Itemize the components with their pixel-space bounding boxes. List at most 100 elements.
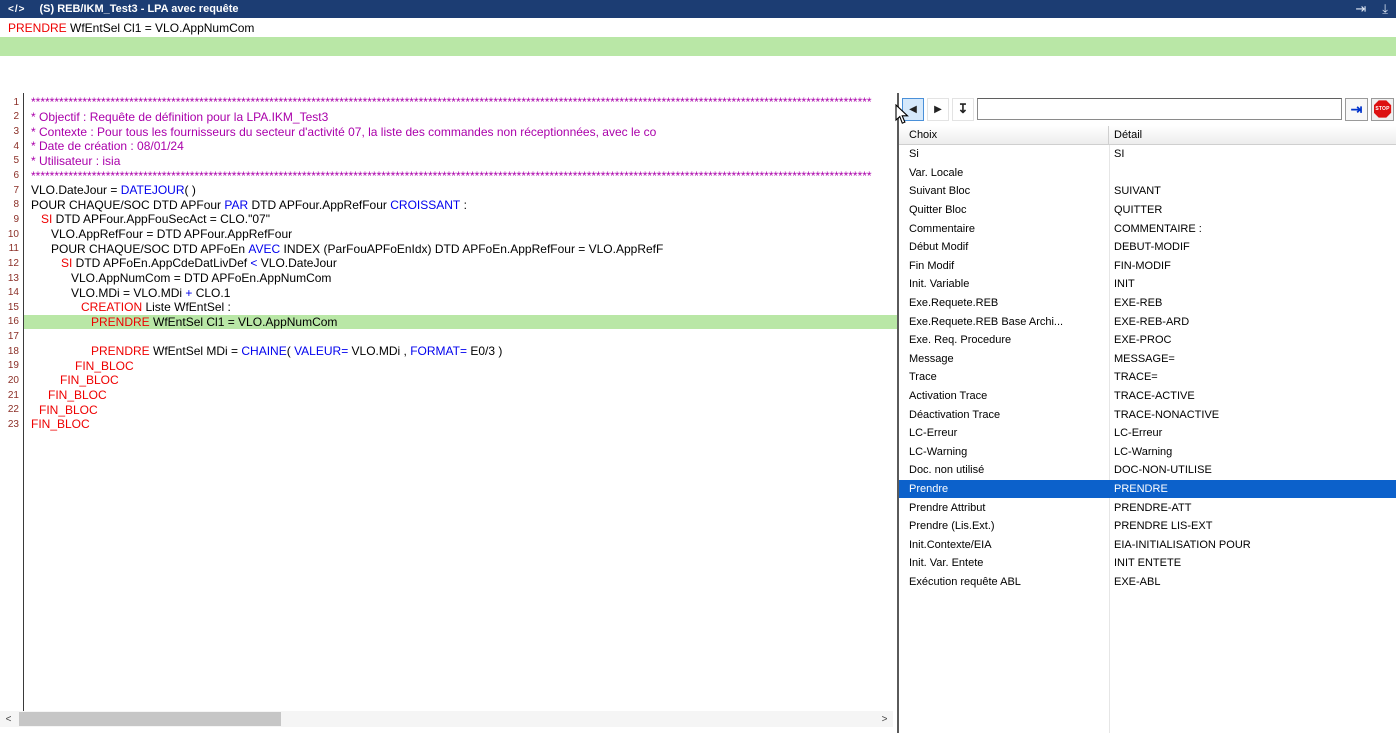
palette-row[interactable]: Exe. Req. ProcedureEXE-PROC: [899, 331, 1396, 350]
palette-row[interactable]: Var. Locale: [899, 164, 1396, 183]
horizontal-scrollbar[interactable]: < >: [0, 711, 893, 727]
titlebar-actions: ⇥ ⤓: [1355, 1, 1388, 17]
palette-choix-cell: LC-Warning: [899, 446, 1109, 458]
code-token: * Date de création : 08/01/24: [31, 139, 184, 153]
code-token: FIN_BLOC: [39, 403, 98, 417]
code-line[interactable]: 21FIN_BLOC: [0, 388, 897, 403]
palette-choix-cell: Fin Modif: [899, 260, 1109, 272]
palette-choix-cell: Doc. non utilisé: [899, 464, 1109, 476]
code-text: FIN_BLOC: [24, 388, 897, 403]
palette-row[interactable]: Init. Var. EnteteINIT ENTETE: [899, 554, 1396, 573]
code-text: * Contexte : Pour tous les fournisseurs …: [24, 124, 897, 139]
palette-choix-cell: Début Modif: [899, 241, 1109, 253]
palette-detail-cell: PRENDRE LIS-EXT: [1109, 520, 1396, 532]
palette-detail-cell: EXE-REB: [1109, 297, 1396, 309]
palette-row[interactable]: Quitter BlocQUITTER: [899, 201, 1396, 220]
search-input[interactable]: [977, 98, 1342, 120]
code-text: CREATION Liste WfEntSel :: [24, 300, 897, 315]
code-line[interactable]: 19FIN_BLOC: [0, 359, 897, 374]
code-text: * Utilisateur : isia: [24, 154, 897, 169]
code-line[interactable]: 12SI DTD APFoEn.AppCdeDatLivDef < VLO.Da…: [0, 256, 897, 271]
palette-row[interactable]: Début ModifDEBUT-MODIF: [899, 238, 1396, 257]
code-line[interactable]: 22FIN_BLOC: [0, 402, 897, 417]
palette-row[interactable]: Exécution requête ABLEXE-ABL: [899, 573, 1396, 592]
palette-row[interactable]: CommentaireCOMMENTAIRE :: [899, 219, 1396, 238]
window-title: (S) REB/IKM_Test3 - LPA avec requête: [39, 3, 238, 15]
insert-down-button[interactable]: ↧: [952, 98, 974, 121]
palette-row[interactable]: LC-WarningLC-Warning: [899, 443, 1396, 462]
code-line[interactable]: 2* Objectif : Requête de définition pour…: [0, 110, 897, 125]
code-text: PRENDRE WfEntSel Cl1 = VLO.AppNumCom: [24, 315, 897, 330]
column-header-choix[interactable]: Choix: [899, 126, 1109, 144]
palette-row[interactable]: Prendre (Lis.Ext.)PRENDRE LIS-EXT: [899, 517, 1396, 536]
palette-choix-cell: Init. Var. Entete: [899, 557, 1109, 569]
code-text: ****************************************…: [24, 95, 897, 110]
code-line[interactable]: 8POUR CHAQUE/SOC DTD APFour PAR DTD APFo…: [0, 197, 897, 212]
code-token: WfEntSel Cl1 = VLO.AppNumCom: [67, 21, 255, 35]
code-line[interactable]: 6***************************************…: [0, 168, 897, 183]
back-button[interactable]: ◀: [902, 98, 924, 121]
code-line[interactable]: 11POUR CHAQUE/SOC DTD APFoEn AVEC INDEX …: [0, 241, 897, 256]
palette-row[interactable]: Fin ModifFIN-MODIF: [899, 257, 1396, 276]
line-number: 5: [0, 154, 24, 169]
code-editor-panel[interactable]: 1***************************************…: [0, 93, 897, 733]
palette-row[interactable]: Exe.Requete.REB Base Archi...EXE-REB-ARD: [899, 312, 1396, 331]
code-token: VALEUR=: [294, 344, 348, 358]
code-line[interactable]: 5 * Utilisateur : isia: [0, 154, 897, 169]
palette-row[interactable]: PrendrePRENDRE: [899, 480, 1396, 499]
code-line[interactable]: 13VLO.AppNumCom = DTD APFoEn.AppNumCom: [0, 271, 897, 286]
scrollbar-thumb[interactable]: [19, 712, 281, 726]
code-line[interactable]: 16PRENDRE WfEntSel Cl1 = VLO.AppNumCom: [0, 315, 897, 330]
palette-row[interactable]: Prendre AttributPRENDRE-ATT: [899, 498, 1396, 517]
current-statement-line[interactable]: PRENDRE WfEntSel Cl1 = VLO.AppNumCom: [0, 18, 1396, 37]
palette-row[interactable]: SiSI: [899, 145, 1396, 164]
code-line[interactable]: 20FIN_BLOC: [0, 373, 897, 388]
palette-row[interactable]: Init.Contexte/EIAEIA-INITIALISATION POUR: [899, 535, 1396, 554]
palette-row[interactable]: LC-ErreurLC-Erreur: [899, 424, 1396, 443]
palette-row[interactable]: TraceTRACE=: [899, 368, 1396, 387]
code-line[interactable]: 9SI DTD APFour.AppFouSecAct = CLO."07": [0, 212, 897, 227]
palette-choix-cell: Exe. Req. Procedure: [899, 334, 1109, 346]
jump-to-bottom-icon[interactable]: ⤓: [1382, 1, 1388, 17]
code-token: * Utilisateur : isia: [31, 154, 120, 168]
palette-row[interactable]: Déactivation TraceTRACE-NONACTIVE: [899, 405, 1396, 424]
code-line[interactable]: 23FIN_BLOC: [0, 417, 897, 432]
code-token: CROISSANT: [390, 198, 460, 212]
code-text: VLO.DateJour = DATEJOUR( ): [24, 183, 897, 198]
code-text: SI DTD APFour.AppFouSecAct = CLO."07": [24, 212, 897, 227]
code-line[interactable]: 14VLO.MDi = VLO.MDi + CLO.1: [0, 285, 897, 300]
palette-row[interactable]: Suivant BlocSUIVANT: [899, 182, 1396, 201]
jump-to-end-icon[interactable]: ⇥: [1355, 1, 1366, 17]
palette-row[interactable]: Activation TraceTRACE-ACTIVE: [899, 387, 1396, 406]
scroll-right-arrow[interactable]: >: [876, 711, 893, 727]
insertion-highlight-line[interactable]: [0, 37, 1396, 56]
code-text: FIN_BLOC: [24, 417, 897, 432]
code-line[interactable]: 17: [0, 329, 897, 344]
code-token: VLO.MDi ,: [348, 344, 410, 358]
code-line[interactable]: 15CREATION Liste WfEntSel :: [0, 300, 897, 315]
code-line[interactable]: 7VLO.DateJour = DATEJOUR( ): [0, 183, 897, 198]
code-text: FIN_BLOC: [24, 402, 897, 417]
palette-row[interactable]: Exe.Requete.REBEXE-REB: [899, 294, 1396, 313]
code-text: VLO.MDi = VLO.MDi + CLO.1: [24, 285, 897, 300]
stop-button[interactable]: STOP: [1371, 98, 1394, 121]
go-button[interactable]: ⇥: [1345, 98, 1368, 121]
code-line[interactable]: 18PRENDRE WfEntSel MDi = CHAINE( VALEUR=…: [0, 344, 897, 359]
code-token: CLO.1: [192, 286, 230, 300]
palette-row[interactable]: MessageMESSAGE=: [899, 350, 1396, 369]
code-line[interactable]: 4* Date de création : 08/01/24: [0, 139, 897, 154]
palette-detail-cell: SI: [1109, 148, 1396, 160]
palette-choix-cell: Trace: [899, 371, 1109, 383]
forward-button[interactable]: ▶: [927, 98, 949, 121]
palette-row[interactable]: Init. VariableINIT: [899, 275, 1396, 294]
code-token: E0/3 ): [467, 344, 502, 358]
palette-row[interactable]: Doc. non utiliséDOC-NON-UTILISE: [899, 461, 1396, 480]
code-line[interactable]: 3* Contexte : Pour tous les fournisseurs…: [0, 124, 897, 139]
scroll-left-arrow[interactable]: <: [0, 711, 17, 727]
line-number: 12: [0, 256, 24, 271]
code-line[interactable]: 1***************************************…: [0, 95, 897, 110]
palette-detail-cell: PRENDRE-ATT: [1109, 502, 1396, 514]
code-text: [24, 329, 897, 344]
code-line[interactable]: 10VLO.AppRefFour = DTD APFour.AppRefFour: [0, 227, 897, 242]
column-header-detail[interactable]: Détail: [1109, 126, 1396, 144]
